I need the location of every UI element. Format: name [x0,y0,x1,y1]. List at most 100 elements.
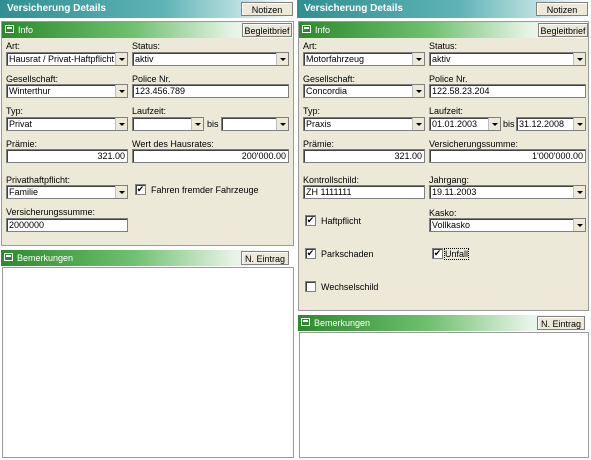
wert-input[interactable]: 200'000.00 [132,149,289,163]
bis-label: bis [207,119,219,129]
gesellschaft-select[interactable]: Concordia [303,84,425,98]
status-value: aktiv [135,54,154,64]
praemie-input[interactable]: 321.00 [303,149,425,163]
unfall-checkbox[interactable]: ✔ [432,248,443,259]
left-title: Versicherung Details [7,3,106,14]
right-info-section: Info Begleitbrief Art: Motorfahrzeug Sta… [298,21,589,311]
left-n-eintrag-button[interactable]: N. Eintrag [241,251,289,265]
gesellschaft-select[interactable]: Winterthur [6,84,128,98]
status-select[interactable]: aktiv [132,52,289,66]
kasko-value: Vollkasko [432,220,471,230]
collapse-icon[interactable] [5,25,14,33]
left-bemerkungen-title: Bemerkungen [17,253,74,263]
right-begleitbrief-button[interactable]: Begleitbrief [538,23,588,37]
status-select[interactable]: aktiv [429,52,586,66]
right-info-title: Info [315,25,331,35]
left-begleitbrief-button[interactable]: Begleitbrief [242,23,292,37]
collapse-icon[interactable] [4,253,13,261]
art-label: Art: [303,41,318,51]
right-title: Versicherung Details [304,3,403,14]
art-select[interactable]: Motorfahrzeug [303,52,425,66]
police-label: Police Nr. [429,74,468,84]
jahrgang-label: Jahrgang: [429,175,470,185]
typ-value: Privat [9,119,33,129]
chevron-down-icon[interactable] [276,53,288,65]
chevron-down-icon[interactable] [412,53,424,65]
chevron-down-icon[interactable] [573,186,585,198]
gesellschaft-label: Gesellschaft: [303,74,356,84]
left-bemerkungen-section: Bemerkungen N. Eintrag [1,250,294,266]
left-info-title: Info [18,25,34,35]
left-panel: Versicherung Details Notizen Info Beglei… [0,0,296,460]
chevron-down-icon[interactable] [115,186,127,198]
art-label: Art: [6,41,21,51]
laufzeit-from-value: 01.01.2003 [432,119,478,129]
police-input[interactable]: 123.456.789 [132,84,289,98]
chevron-down-icon[interactable] [115,85,127,97]
laufzeit-label: Laufzeit: [132,106,167,116]
collapse-icon[interactable] [301,318,310,326]
gesellschaft-value: Concordia [306,86,348,96]
status-value: aktiv [432,54,451,64]
privathaft-select[interactable]: Familie [6,185,128,199]
wert-label: Wert des Hausrates: [132,139,214,149]
art-value: Hausrat / Privat-Haftpflicht [9,54,115,64]
right-n-eintrag-button[interactable]: N. Eintrag [537,316,585,330]
haftpflicht-label: Haftpflicht [321,216,362,226]
wechselschild-checkbox[interactable] [305,281,316,292]
chevron-down-icon[interactable] [191,118,203,130]
laufzeit-from-select[interactable] [132,117,204,131]
chevron-down-icon[interactable] [115,118,127,130]
police-label: Police Nr. [132,74,171,84]
parkschaden-label: Parkschaden [321,249,374,259]
right-bemerkungen-section: Bemerkungen N. Eintrag [298,315,589,331]
status-label: Status: [429,41,458,51]
laufzeit-to-select[interactable]: 31.12.2008 [516,117,586,131]
bis-label: bis [503,119,515,129]
vsumme-input[interactable]: 2000000 [6,218,128,232]
chevron-down-icon[interactable] [276,118,288,130]
laufzeit-from-select[interactable]: 01.01.2003 [429,117,501,131]
praemie-input[interactable]: 321.00 [6,149,128,163]
fahren-checkbox[interactable]: ✔ [135,184,146,195]
privathaft-label: Privathaftpflicht: [6,175,71,185]
art-value: Motorfahrzeug [306,54,365,64]
right-bemerkungen-textarea[interactable] [299,332,589,458]
gesellschaft-value: Winterthur [9,86,51,96]
chevron-down-icon[interactable] [412,85,424,97]
right-notizen-button[interactable]: Notizen [536,2,588,16]
unfall-label: Unfall [443,248,470,260]
gesellschaft-label: Gesellschaft: [6,74,59,84]
vsumme-input[interactable]: 1'000'000.00 [429,149,586,163]
typ-label: Typ: [303,106,321,116]
kontroll-input[interactable]: ZH 1111111 [303,185,425,199]
left-notizen-button[interactable]: Notizen [241,2,293,16]
fahren-label: Fahren fremder Fahrzeuge [151,185,259,195]
typ-select[interactable]: Praxis [303,117,425,131]
left-bemerkungen-textarea[interactable] [2,267,294,458]
laufzeit-to-value: 31.12.2008 [519,119,565,129]
left-info-section: Info Begleitbrief Art: Hausrat / Privat-… [1,21,294,246]
laufzeit-to-select[interactable] [221,117,289,131]
kasko-select[interactable]: Vollkasko [429,218,586,232]
chevron-down-icon[interactable] [412,118,424,130]
haftpflicht-checkbox[interactable]: ✔ [305,215,316,226]
chevron-down-icon[interactable] [573,118,585,130]
chevron-down-icon[interactable] [573,219,585,231]
art-select[interactable]: Hausrat / Privat-Haftpflicht [6,52,128,66]
praemie-label: Prämie: [6,139,38,149]
parkschaden-checkbox[interactable]: ✔ [305,248,316,259]
typ-value: Praxis [306,119,332,129]
chevron-down-icon[interactable] [488,118,500,130]
kontroll-label: Kontrollschild: [303,175,360,185]
vsumme-label: Versicherungssumme: [429,139,519,149]
typ-select[interactable]: Privat [6,117,128,131]
chevron-down-icon[interactable] [115,53,127,65]
vsumme-label: Versicherungssumme: [6,207,96,217]
chevron-down-icon[interactable] [573,53,585,65]
privathaft-value: Familie [9,187,39,197]
collapse-icon[interactable] [302,25,311,33]
police-input[interactable]: 122.58.23.204 [429,84,586,98]
jahrgang-select[interactable]: 19.11.2003 [429,185,586,199]
typ-label: Typ: [6,106,24,116]
